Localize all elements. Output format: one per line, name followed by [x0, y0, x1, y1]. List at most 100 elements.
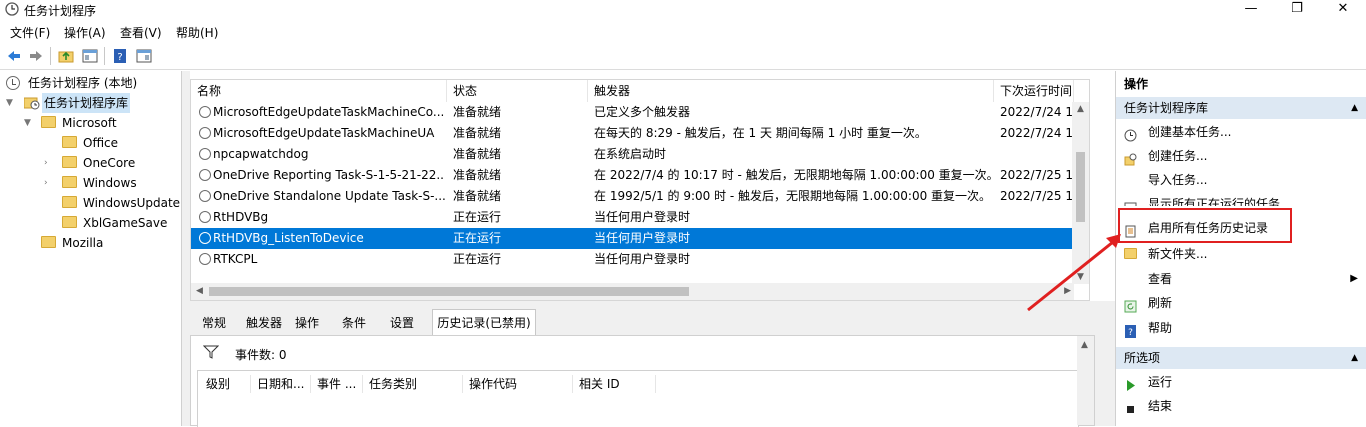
tree-node-windows[interactable]: › Windows — [44, 173, 179, 193]
tab-general[interactable]: 常规 — [196, 311, 232, 335]
scroll-thumb[interactable] — [1076, 152, 1085, 222]
collapse-icon[interactable]: ▲ — [1351, 347, 1358, 369]
tree-label: OneCore — [83, 156, 136, 170]
column-header-trigger[interactable]: 触发器 — [588, 80, 994, 102]
column-header-status[interactable]: 状态 — [447, 80, 588, 102]
show-hide-tree-icon[interactable] — [82, 48, 98, 64]
action-run[interactable]: 运行 — [1116, 370, 1366, 394]
column-header-name[interactable]: 名称 — [191, 80, 447, 102]
action-label: 查看 — [1148, 272, 1173, 286]
collapse-icon[interactable]: ▲ — [1351, 97, 1358, 119]
task-status: 准备就绪 — [453, 189, 502, 203]
maximize-button[interactable]: ❐ — [1274, 0, 1320, 20]
action-show-running-tasks[interactable]: 显示所有正在运行的任务 — [1116, 192, 1366, 206]
scroll-up-icon[interactable]: ▲ — [1077, 104, 1084, 114]
chevron-down-icon[interactable]: ▼ — [24, 113, 34, 133]
tree-node-mozilla[interactable]: Mozilla — [24, 233, 179, 253]
task-status: 正在运行 — [453, 210, 502, 224]
section-label: 任务计划程序库 — [1124, 101, 1209, 115]
folder-icon — [62, 136, 77, 148]
action-create-task[interactable]: 创建任务... — [1116, 144, 1366, 168]
scroll-thumb[interactable] — [209, 287, 689, 296]
history-column-header[interactable]: 级别 — [206, 375, 230, 392]
horizontal-scrollbar[interactable]: ◀ ▶ — [191, 283, 1074, 300]
menu-view[interactable]: 查看(V) — [120, 24, 162, 41]
show-hide-action-pane-icon[interactable] — [136, 48, 152, 64]
pane-splitter[interactable] — [182, 71, 190, 426]
action-help[interactable]: ? 帮助 — [1116, 316, 1366, 340]
action-refresh[interactable]: 刷新 — [1116, 291, 1366, 315]
tree-node-windowsupdate[interactable]: WindowsUpdate — [44, 193, 180, 213]
history-column-header[interactable]: 操作代码 — [462, 375, 572, 393]
tree-node-onecore[interactable]: › OneCore — [44, 153, 179, 173]
tree-node-library[interactable]: ▼ 任务计划程序库 — [6, 93, 181, 113]
task-row[interactable]: RTKCPL 正在运行 当任何用户登录时 — [191, 249, 1086, 270]
history-table: 级别 日期和... 事件 ... 任务类别 操作代码 相关 ID — [197, 370, 1079, 427]
clock-icon — [199, 253, 211, 265]
svg-text:?: ? — [1128, 328, 1133, 338]
menu-help[interactable]: 帮助(H) — [176, 24, 218, 41]
filter-icon[interactable] — [202, 345, 220, 362]
column-header-next-run[interactable]: 下次运行时间 — [994, 80, 1074, 102]
task-next-run: 2022/7/25 10:1 — [1000, 168, 1074, 182]
tab-conditions[interactable]: 条件 — [336, 311, 372, 335]
folder-up-icon[interactable] — [58, 48, 74, 64]
menu-file[interactable]: 文件(F) — [10, 24, 50, 41]
close-button[interactable]: ✕ — [1320, 0, 1366, 20]
task-row[interactable]: MicrosoftEdgeUpdateTaskMachineUA 准备就绪 在每天的… — [191, 123, 1086, 144]
section-header-selected-item[interactable]: 所选项 ▲ — [1116, 347, 1366, 369]
task-name: MicrosoftEdgeUpdateTaskMachineUA — [213, 126, 435, 140]
action-label: 创建基本任务... — [1148, 125, 1232, 139]
folder-icon — [62, 156, 77, 168]
task-row[interactable]: RtHDVBg_ListenToDevice 正在运行 当任何用户登录时 — [191, 228, 1086, 249]
action-view[interactable]: 查看 ▶ — [1116, 267, 1366, 291]
minimize-button[interactable]: — — [1228, 0, 1274, 20]
task-detail-pane: 常规 触发器 操作 条件 设置 历史记录(已禁用) 事件数: 0 级别 日期和.… — [190, 301, 1115, 427]
back-arrow-icon[interactable] — [6, 48, 22, 64]
history-column-header[interactable]: 相关 ID — [572, 375, 656, 393]
task-row[interactable]: MicrosoftEdgeUpdateTaskMachineCo... 准备就绪 已… — [191, 102, 1086, 123]
tree-node-office[interactable]: Office — [44, 133, 179, 153]
task-name: OneDrive Reporting Task-S-1-5-21-22... — [213, 168, 445, 182]
action-label: 帮助 — [1148, 321, 1173, 335]
chevron-right-icon[interactable]: › — [44, 153, 54, 173]
history-vertical-scrollbar[interactable]: ▲ — [1077, 336, 1094, 425]
task-row[interactable]: OneDrive Standalone Update Task-S-... 准备就… — [191, 186, 1086, 207]
chevron-right-icon[interactable]: › — [44, 173, 54, 193]
task-row[interactable]: npcapwatchdog 准备就绪 在系统启动时 — [191, 144, 1086, 165]
task-trigger: 当任何用户登录时 — [594, 231, 691, 245]
tab-triggers[interactable]: 触发器 — [240, 311, 288, 335]
actions-pane: 操作 任务计划程序库 ▲ 创建基本任务... 创建任务... 导入任务... 显… — [1115, 71, 1366, 426]
action-create-basic-task[interactable]: 创建基本任务... — [1116, 120, 1366, 144]
task-next-run: 2022/7/24 18:2 — [1000, 105, 1074, 119]
task-row[interactable]: OneDrive Reporting Task-S-1-5-21-22... 准备… — [191, 165, 1086, 186]
menu-action[interactable]: 操作(A) — [64, 24, 106, 41]
forward-arrow-icon[interactable] — [28, 48, 44, 64]
tab-history[interactable]: 历史记录(已禁用) — [432, 309, 536, 335]
action-new-folder[interactable]: 新文件夹... — [1116, 242, 1366, 266]
action-label: 运行 — [1148, 375, 1173, 389]
history-panel: 事件数: 0 级别 日期和... 事件 ... 任务类别 操作代码 相关 ID … — [190, 335, 1095, 427]
highlight-annotation-box — [1118, 208, 1292, 243]
tree-node-xblgamesave[interactable]: XblGameSave — [44, 213, 179, 233]
folder-icon — [62, 216, 77, 228]
action-import-task[interactable]: 导入任务... — [1116, 168, 1366, 192]
history-column-header[interactable]: 日期和... — [250, 375, 308, 393]
help-icon[interactable]: ? — [112, 48, 128, 64]
section-header-library[interactable]: 任务计划程序库 ▲ — [1116, 97, 1366, 119]
history-column-header[interactable]: 事件 ... — [310, 375, 362, 393]
tab-settings[interactable]: 设置 — [384, 311, 420, 335]
tree-node-microsoft[interactable]: ▼ Microsoft — [24, 113, 179, 133]
task-row[interactable]: RtHDVBg 正在运行 当任何用户登录时 — [191, 207, 1086, 228]
event-count: 事件数: 0 — [235, 348, 287, 362]
annotation-arrow — [1027, 234, 1121, 312]
scroll-left-icon[interactable]: ◀ — [196, 286, 203, 296]
chevron-down-icon[interactable]: ▼ — [6, 93, 16, 113]
tree-node-root[interactable]: 任务计划程序 (本地) — [4, 73, 179, 93]
history-column-header[interactable]: 任务类别 — [362, 375, 462, 393]
menu-bar: 文件(F) 操作(A) 查看(V) 帮助(H) — [0, 20, 1366, 42]
scroll-up-icon[interactable]: ▲ — [1081, 340, 1088, 350]
task-trigger: 在系统启动时 — [594, 147, 667, 161]
tab-actions[interactable]: 操作 — [290, 311, 324, 335]
action-end[interactable]: 结束 — [1116, 394, 1366, 418]
